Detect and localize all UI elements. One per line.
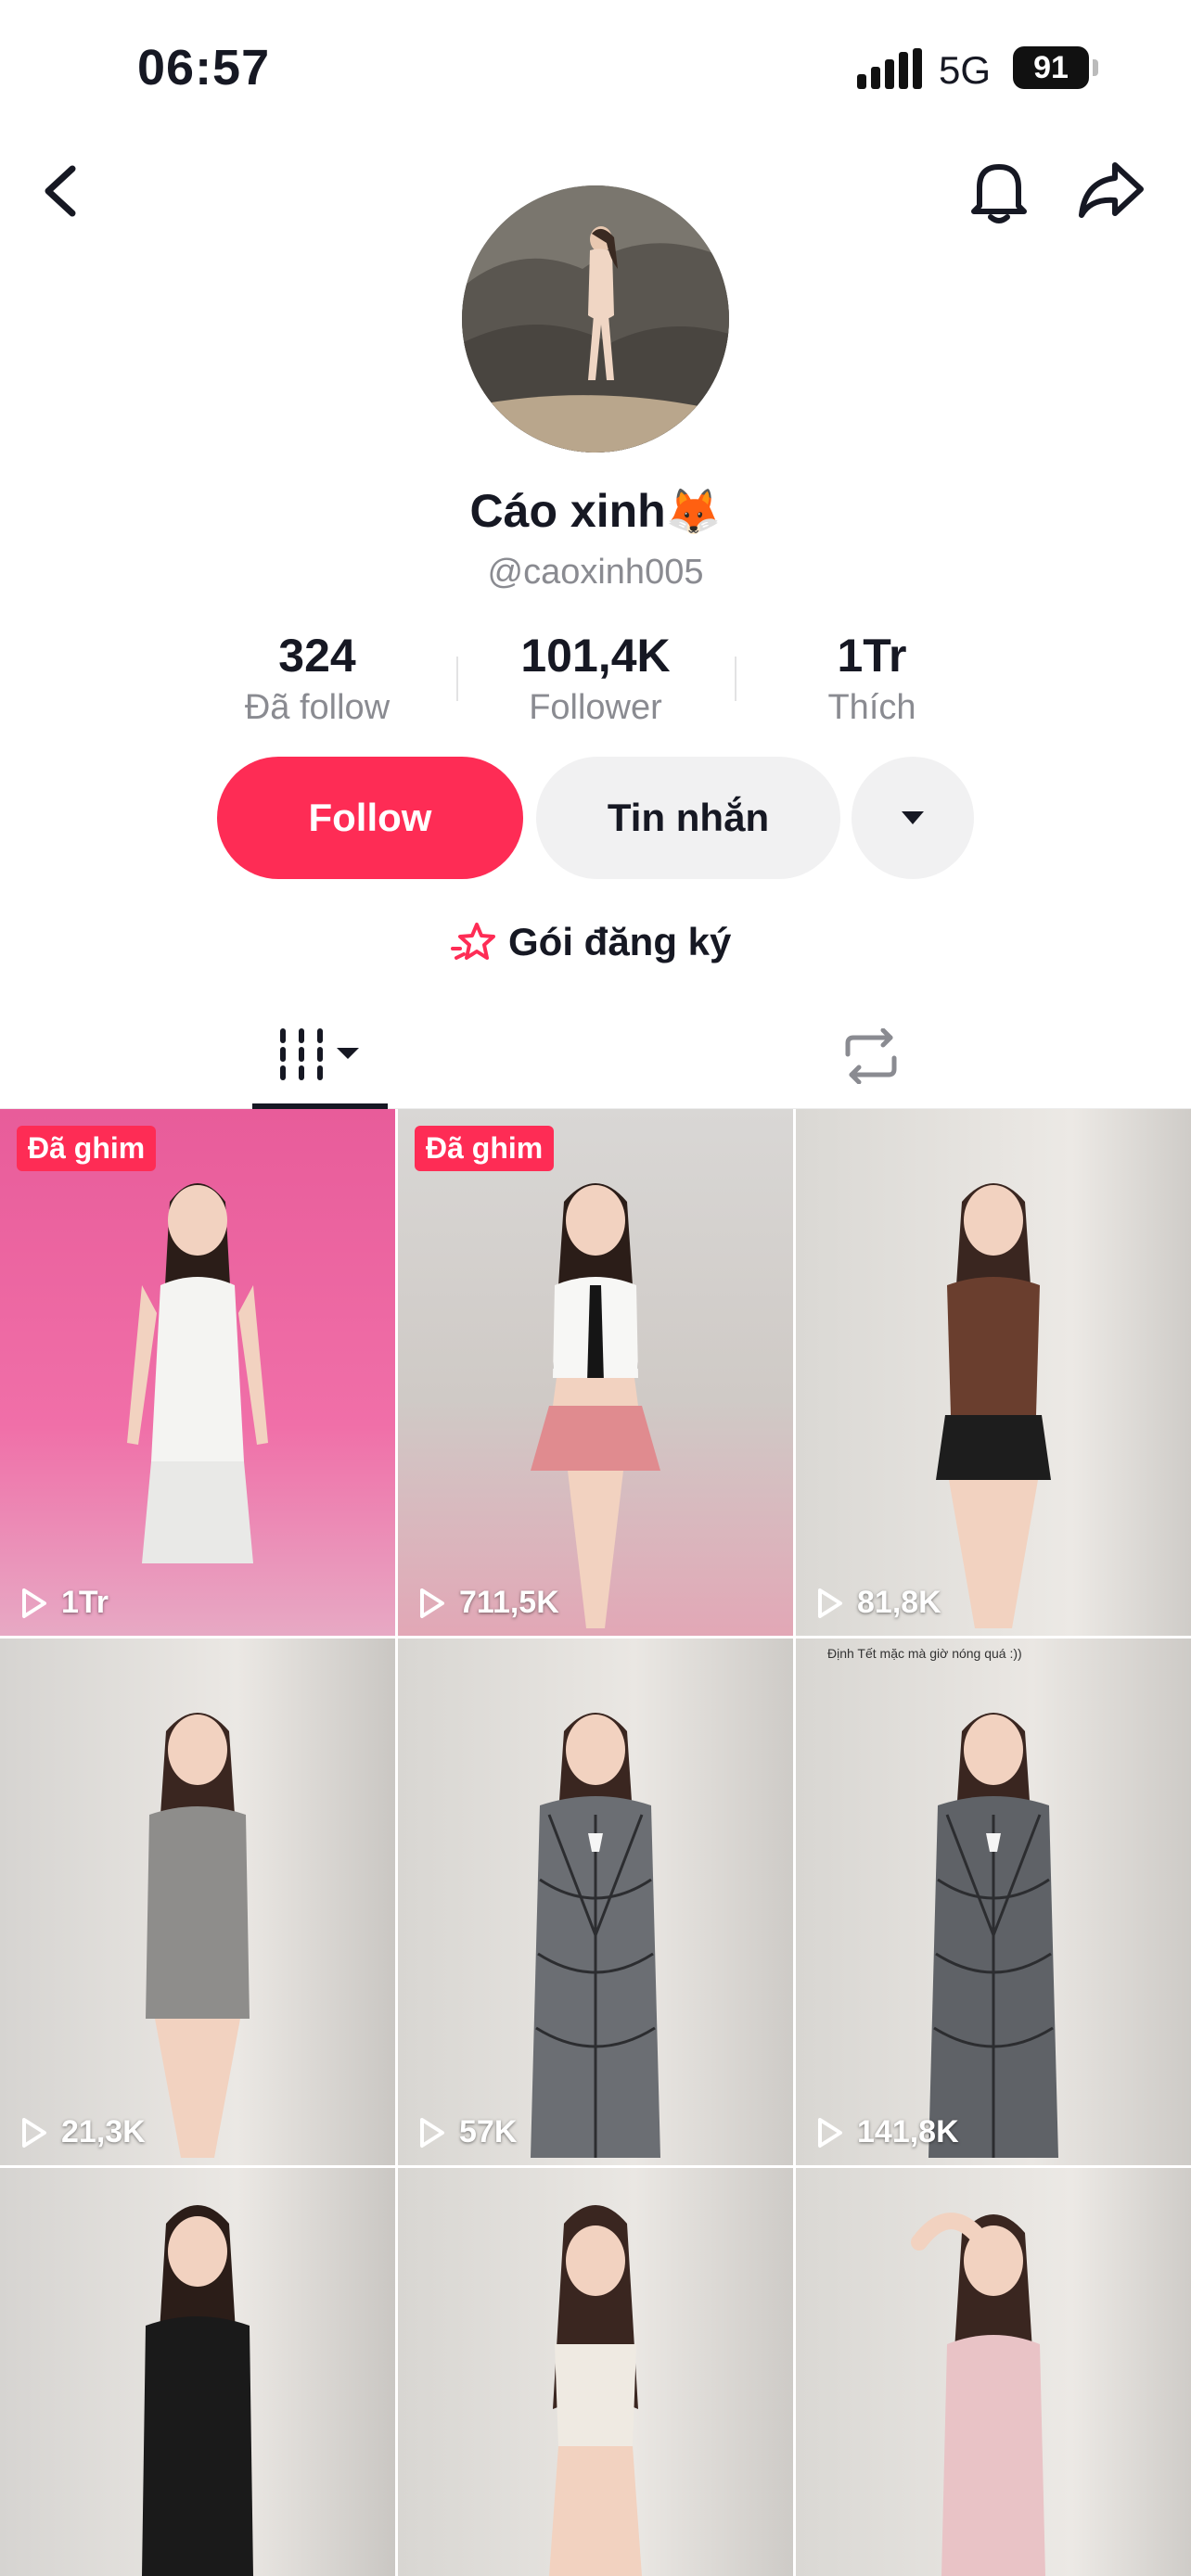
subscription-link[interactable]: Gói đăng ký (451, 914, 731, 970)
view-count: 711,5K (415, 1585, 559, 1621)
following-count: 324 (278, 630, 356, 682)
profile-stats: 324 Đã follow 101,4K Follower 1Tr Thích (0, 629, 1191, 731)
play-icon (818, 1588, 842, 1618)
subscription-label: Gói đăng ký (508, 920, 732, 963)
person-figure (911, 2213, 1045, 2576)
person-figure (146, 1713, 250, 2158)
view-count: 141,8K (813, 2114, 959, 2150)
play-icon (22, 1588, 46, 1618)
play-icon (818, 2117, 842, 2148)
view-count: 1Tr (17, 1585, 109, 1621)
avatar-photo (462, 185, 729, 453)
followers-label: Follower (529, 688, 662, 727)
person-figure (531, 1713, 660, 2158)
video-tile[interactable]: Định Tết mặc mà giờ nóng quá :)) 141,8K (796, 1639, 1191, 2165)
followers-count: 101,4K (520, 630, 671, 682)
view-count-text: 57K (459, 2114, 518, 2149)
person-figure (531, 1183, 660, 1628)
likes-count: 1Tr (837, 630, 907, 682)
person-figure (936, 1183, 1051, 1628)
stat-divider (735, 657, 736, 701)
tab-videos[interactable] (252, 1001, 388, 1109)
share-icon[interactable] (1076, 158, 1146, 223)
view-count: 81,8K (813, 1585, 941, 1621)
video-tile[interactable]: 81,8K (796, 1109, 1191, 1636)
bell-icon[interactable] (968, 158, 1030, 226)
pinned-badge: Đã ghim (17, 1126, 157, 1171)
grid-columns-icon (280, 1028, 359, 1080)
fox-emoji-icon: 🦊 (665, 488, 722, 537)
stat-followers[interactable]: 101,4K Follower (475, 629, 716, 728)
following-label: Đã follow (244, 688, 391, 727)
view-count-text: 1Tr (61, 1585, 109, 1620)
battery-tip (1093, 59, 1098, 76)
pinned-badge: Đã ghim (415, 1126, 555, 1171)
likes-label: Thích (827, 688, 916, 727)
back-arrow-icon[interactable] (37, 163, 87, 219)
battery-indicator: 91 (1013, 46, 1089, 89)
stat-following[interactable]: 324 Đã follow (197, 629, 438, 728)
view-count-text: 711,5K (459, 1585, 559, 1620)
video-grid: Đã ghim 1Tr Đã ghim 711,5K 81,8K 21,3K 5… (0, 1109, 1191, 2576)
video-tile[interactable] (0, 2168, 395, 2576)
video-tile[interactable]: Đã ghim 711,5K (398, 1109, 793, 1636)
view-count: 57K (415, 2114, 517, 2150)
tab-reposts[interactable] (829, 1014, 913, 1098)
person-figure (928, 1713, 1058, 2158)
video-tile[interactable]: Đã ghim 1Tr (0, 1109, 395, 1636)
username: @caoxinh005 (487, 553, 704, 592)
avatar[interactable] (462, 185, 729, 453)
person-figure (127, 1183, 268, 1563)
stat-likes[interactable]: 1Tr Thích (751, 629, 992, 728)
play-icon (420, 2117, 444, 2148)
display-name-text: Cáo xinh (469, 485, 666, 537)
video-caption: Định Tết mặc mà giờ nóng quá :)) (827, 1646, 1022, 1661)
person-figure (142, 2205, 253, 2576)
video-tile[interactable]: 21,3K (0, 1639, 395, 2165)
play-icon (420, 1588, 444, 1618)
star-icon (451, 923, 495, 960)
more-options-button[interactable] (852, 757, 974, 879)
repost-icon (845, 1028, 897, 1084)
view-count: 21,3K (17, 2114, 146, 2150)
video-tile[interactable] (796, 2168, 1191, 2576)
profile-tabs (0, 1001, 1191, 1109)
status-time: 06:57 (137, 40, 271, 96)
play-icon (22, 2117, 46, 2148)
view-count-text: 141,8K (857, 2114, 959, 2149)
message-button[interactable]: Tin nhắn (536, 757, 840, 879)
person-figure (549, 2205, 642, 2576)
view-count-text: 81,8K (857, 1585, 941, 1620)
view-count-text: 21,3K (61, 2114, 146, 2149)
stat-divider (456, 657, 458, 701)
display-name: Cáo xinh🦊 (0, 484, 1191, 538)
video-tile[interactable]: 57K (398, 1639, 793, 2165)
signal-icon (857, 48, 922, 89)
video-tile[interactable] (398, 2168, 793, 2576)
status-bar: 06:57 5G 91 (0, 0, 1191, 139)
caret-down-icon (902, 811, 924, 824)
network-type: 5G (939, 48, 992, 92)
follow-button[interactable]: Follow (217, 757, 523, 879)
